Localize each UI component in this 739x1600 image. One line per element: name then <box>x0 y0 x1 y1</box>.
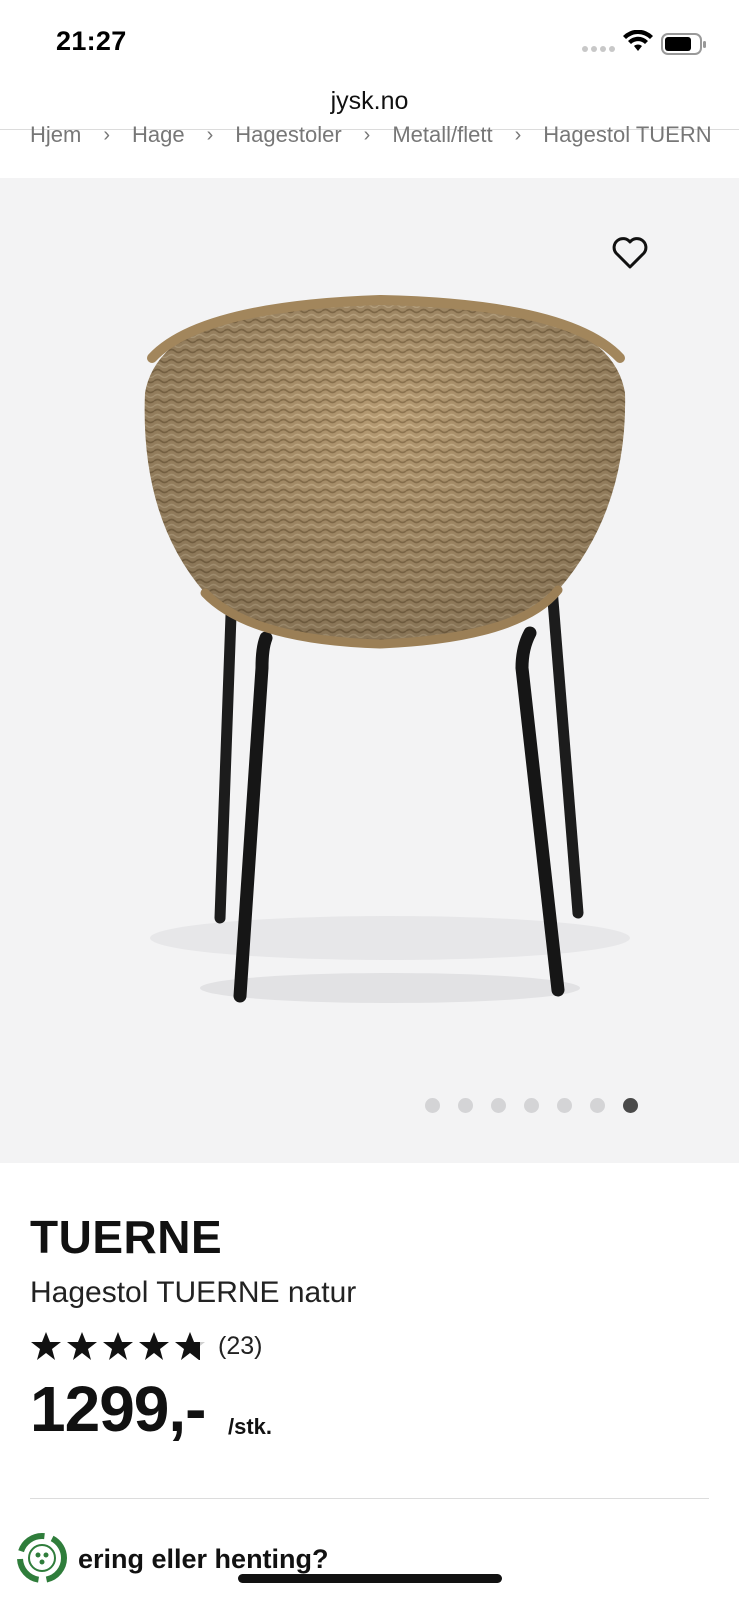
gallery-dot[interactable] <box>425 1098 440 1113</box>
gallery-dot[interactable] <box>491 1098 506 1113</box>
review-count[interactable]: (23) <box>218 1332 262 1361</box>
product-image-gallery[interactable] <box>0 178 739 1163</box>
gallery-dot[interactable] <box>590 1098 605 1113</box>
chevron-right-icon: › <box>103 123 111 146</box>
star-partial-icon <box>175 1332 205 1360</box>
heart-outline-icon[interactable] <box>610 233 650 273</box>
breadcrumb-item-current[interactable]: Hagestol TUERNE <box>543 122 710 148</box>
chevron-right-icon: › <box>363 123 371 146</box>
gallery-dot[interactable] <box>458 1098 473 1113</box>
product-price: 1299,- <box>30 1373 206 1445</box>
breadcrumb-item-home[interactable]: Hjem <box>30 122 81 148</box>
gallery-dot[interactable] <box>557 1098 572 1113</box>
home-indicator[interactable] <box>238 1574 502 1583</box>
star-icon <box>103 1332 133 1360</box>
url-text: jysk.no <box>330 87 409 115</box>
chevron-right-icon: › <box>514 123 522 146</box>
breadcrumb-item-garden-chairs[interactable]: Hagestoler <box>235 122 341 148</box>
product-brand: TUERNE <box>30 1211 223 1263</box>
breadcrumb-item-metal-wicker[interactable]: Metall/flett <box>392 122 492 148</box>
battery-icon <box>661 33 706 55</box>
gallery-dot[interactable] <box>524 1098 539 1113</box>
star-icon <box>139 1332 169 1360</box>
product-name: Hagestol TUERNE natur <box>30 1276 357 1309</box>
divider <box>30 1498 709 1499</box>
price-unit: /stk. <box>228 1414 273 1439</box>
recycle-badge-icon <box>17 1533 67 1583</box>
star-icon <box>31 1332 61 1360</box>
gallery-pagination[interactable] <box>425 1098 638 1113</box>
breadcrumb: Hjem › Hage › Hagestoler › Metall/flett … <box>30 120 710 150</box>
star-icon <box>67 1332 97 1360</box>
status-time: 21:27 <box>56 26 127 56</box>
delivery-question: ering eller henting? <box>78 1544 329 1574</box>
breadcrumb-item-garden[interactable]: Hage <box>132 122 185 148</box>
status-bar: 21:27 <box>0 0 739 86</box>
rating-stars <box>30 1330 206 1362</box>
chevron-right-icon: › <box>206 123 214 146</box>
wifi-icon <box>623 30 653 51</box>
product-rating[interactable]: (23) <box>30 1330 262 1362</box>
product-image <box>144 294 630 1003</box>
gallery-dot-active[interactable] <box>623 1098 638 1113</box>
delivery-section[interactable]: ering eller henting? <box>0 1524 739 1600</box>
signal-icon <box>582 46 615 52</box>
